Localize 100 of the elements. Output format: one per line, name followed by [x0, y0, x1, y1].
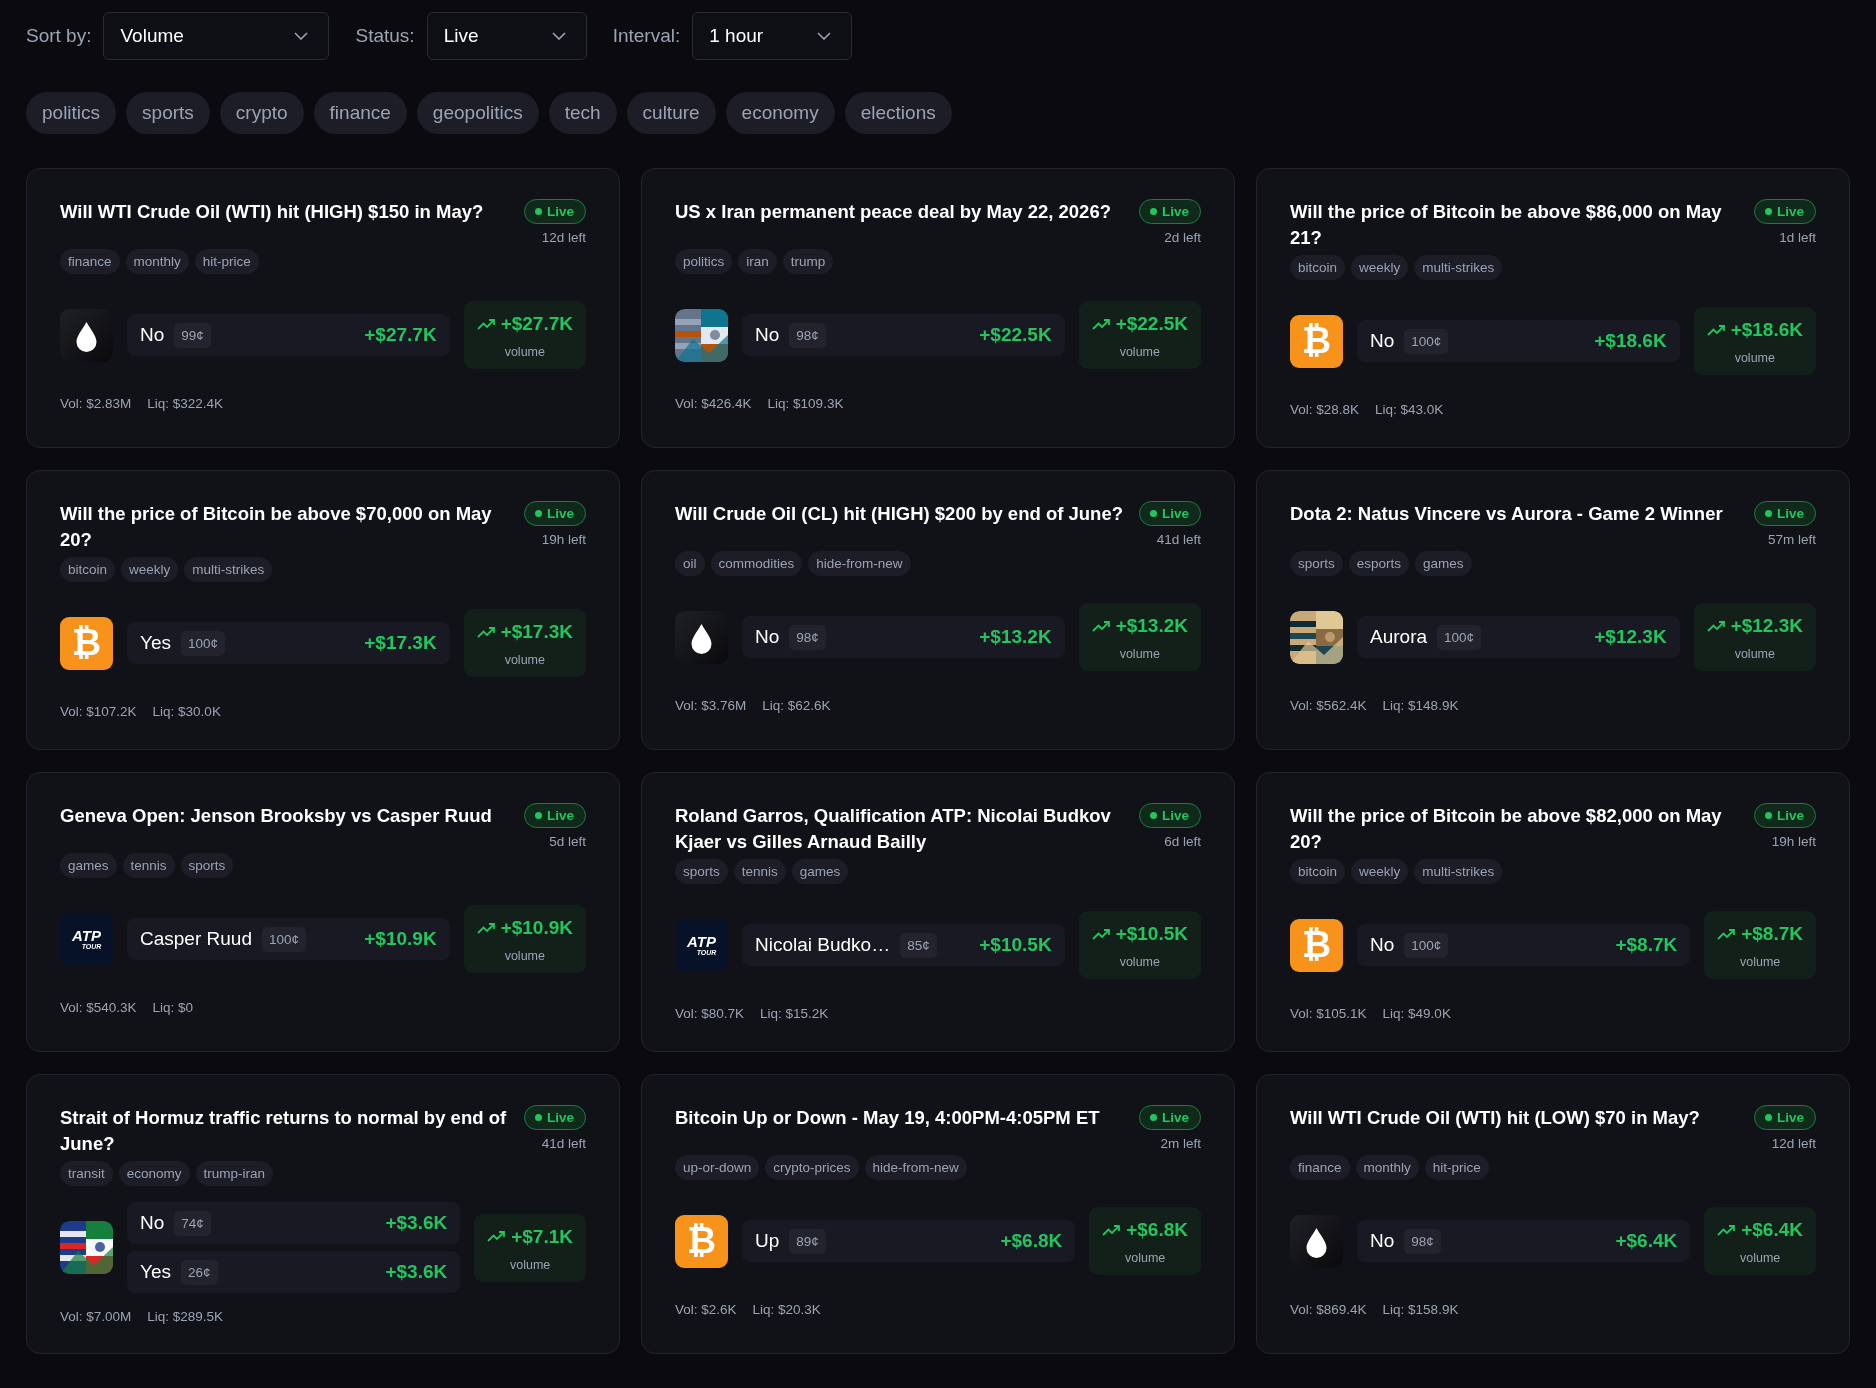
price-badge: 100¢: [181, 630, 226, 656]
tag-chip: weekly: [1351, 255, 1409, 280]
filter-dropdown[interactable]: 1 hour: [692, 12, 853, 60]
time-left: 12d left: [541, 230, 586, 245]
volume-label: volume: [509, 1257, 551, 1272]
outcome-row[interactable]: No 98¢ +$6.4K: [1357, 1220, 1691, 1262]
category-chip[interactable]: geopolitics: [416, 92, 539, 134]
category-chip[interactable]: politics: [26, 92, 117, 134]
outcome-row[interactable]: No 100¢ +$8.7K: [1357, 924, 1691, 966]
outcome-row[interactable]: Nicolai Budko… 85¢ +$10.5K: [742, 924, 1065, 966]
market-card[interactable]: Dota 2: Natus Vincere vs Aurora - Game 2 Winner Live 57m left sports esports games Aurora 100¢ +$12.3K +$12.3K volume Vol: $562.4K Liq: $148.9K: [1256, 470, 1850, 750]
volume-label: volume: [504, 949, 545, 963]
outcome-row[interactable]: No 98¢ +$13.2K: [742, 616, 1065, 658]
filter-dropdown[interactable]: Live: [426, 12, 587, 60]
outcome-name: No: [140, 1212, 165, 1234]
volume-stat: Vol: $28.8K: [1290, 402, 1360, 417]
market-card[interactable]: Will WTI Crude Oil (WTI) hit (HIGH) $150 in May? Live 12d left finance monthly hit-price No 99¢ +$27.7K +$27.7K volume Vol: $2.83M Liq: $322.4K: [26, 168, 620, 448]
category-chip[interactable]: culture: [626, 92, 716, 134]
category-chip[interactable]: tech: [548, 92, 617, 134]
tag-chip: commodities: [710, 551, 803, 576]
chevron-down-icon: [294, 32, 309, 40]
market-card[interactable]: Strait of Hormuz traffic returns to normal by end of June? Live 41d left transit economy trump-iran No 74¢ +$3.6K Yes 26¢ +$3.6K +$7.1K volume Vol: $7.00M Liq: $289.5K: [26, 1074, 620, 1354]
tag-chip: weekly: [121, 557, 179, 582]
liquidity-stat: Liq: $20.3K: [752, 1302, 821, 1317]
category-chip[interactable]: economy: [725, 92, 835, 134]
outcome-amount: +$6.4K: [1614, 1230, 1678, 1252]
volume-label: volume: [504, 345, 545, 359]
outcome-name: No: [755, 324, 780, 346]
market-title: Will WTI Crude Oil (WTI) hit (HIGH) $150 in May?: [60, 200, 484, 224]
volume-change: +$13.2K: [1115, 615, 1188, 637]
outcome-row[interactable]: Casper Ruud 100¢ +$10.9K: [127, 918, 450, 960]
volume-stat: Vol: $107.2K: [60, 704, 137, 719]
market-card[interactable]: US x Iran permanent peace deal by May 22, 2026? Live 2d left politics iran trump No 98¢ +$22.5K +$22.5K volume Vol: $426.4K Liq: $109.3K: [641, 168, 1235, 448]
outcome-row[interactable]: No 74¢ +$3.6K: [127, 1202, 461, 1244]
market-card[interactable]: Will WTI Crude Oil (WTI) hit (LOW) $70 in May? Live 12d left finance monthly hit-price No 98¢ +$6.4K +$6.4K volume Vol: $869.4K Liq: $158.9K: [1256, 1074, 1850, 1354]
tag-chip: bitcoin: [60, 557, 116, 582]
volume-label: volume: [504, 653, 545, 667]
chevron-down-icon: [551, 32, 566, 40]
market-card[interactable]: Will the price of Bitcoin be above $86,000 on May 21? Live 1d left bitcoin weekly multi-strikes ₿ No 100¢ +$18.6K +$18.6K volume Vol: $28.8K Liq: $43.0K: [1256, 168, 1850, 448]
droplet-icon: [1290, 1214, 1343, 1268]
market-title: Roland Garros, Qualification ATP: Nicolai Budkov Kjaer vs Gilles Arnaud Bailly: [675, 804, 1112, 854]
category-chip[interactable]: crypto: [219, 92, 304, 134]
outcome-row[interactable]: Up 89¢ +$6.8K: [742, 1220, 1076, 1262]
filter-label: Status:: [355, 25, 415, 47]
volume-label: volume: [1739, 955, 1781, 969]
tag-chip: multi-strikes: [184, 557, 273, 582]
tag-chip: tennis: [733, 859, 786, 884]
trending-up-icon: [476, 626, 495, 638]
outcome-amount: +$27.7K: [363, 324, 437, 346]
time-left: 41d left: [541, 1136, 586, 1151]
price-badge: 26¢: [181, 1259, 218, 1285]
outcome-row[interactable]: No 100¢ +$18.6K: [1357, 320, 1680, 362]
tag-chip: finance: [1290, 1155, 1350, 1180]
category-chip[interactable]: elections: [844, 92, 952, 134]
live-badge: Live: [1754, 803, 1816, 828]
tag-chip: economy: [118, 1161, 190, 1186]
liquidity-stat: Liq: $322.4K: [147, 396, 224, 411]
tag-chip: oil: [675, 551, 705, 576]
live-badge: Live: [1139, 501, 1201, 526]
trending-up-icon: [1091, 620, 1110, 632]
outcome-name: Casper Ruud: [140, 928, 252, 950]
category-chip[interactable]: finance: [313, 92, 407, 134]
outcome-row[interactable]: No 99¢ +$27.7K: [127, 314, 450, 356]
outcome-row[interactable]: Yes 26¢ +$3.6K: [127, 1251, 461, 1293]
live-badge: Live: [1139, 1105, 1201, 1130]
outcome-name: No: [140, 324, 165, 346]
filter-label: Interval:: [612, 25, 681, 47]
trending-up-icon: [1706, 324, 1725, 336]
tag-chip: bitcoin: [1290, 255, 1346, 280]
live-badge: Live: [524, 199, 586, 224]
filter-dropdown[interactable]: Volume: [103, 12, 330, 60]
outcome-amount: +$3.6K: [384, 1212, 448, 1234]
category-chip[interactable]: sports: [126, 92, 210, 134]
outcome-row[interactable]: Yes 100¢ +$17.3K: [127, 622, 450, 664]
time-left: 41d left: [1156, 532, 1201, 547]
volume-stat: Vol: $540.3K: [60, 1000, 137, 1015]
outcome-amount: +$3.6K: [384, 1261, 448, 1283]
market-card[interactable]: Will the price of Bitcoin be above $70,000 on May 20? Live 19h left bitcoin weekly multi-strikes ₿ Yes 100¢ +$17.3K +$17.3K volume Vol: $107.2K Liq: $30.0K: [26, 470, 620, 750]
trending-up-icon: [1717, 928, 1736, 940]
live-badge: Live: [1754, 501, 1816, 526]
volume-stat: Vol: $562.4K: [1290, 698, 1367, 713]
market-card[interactable]: Will Crude Oil (CL) hit (HIGH) $200 by end of June? Live 41d left oil commodities hide-from-new No 98¢ +$13.2K +$13.2K volume Vol: $3.76M Liq: $62.6K: [641, 470, 1235, 750]
outcome-name: No: [1370, 1230, 1395, 1252]
live-badge: Live: [1754, 1105, 1816, 1130]
price-badge: 98¢: [789, 624, 826, 650]
tag-chip: monthly: [125, 249, 189, 274]
volume-stat: Vol: $2.83M: [60, 396, 132, 411]
tag-chip: transit: [60, 1161, 113, 1186]
outcome-row[interactable]: No 98¢ +$22.5K: [742, 314, 1065, 356]
market-title: Will the price of Bitcoin be above $86,000 on May 21?: [1290, 200, 1723, 250]
time-left: 5d left: [549, 834, 586, 849]
volume-stat: Vol: $2.6K: [675, 1302, 737, 1317]
tag-chip: games: [791, 859, 849, 884]
trending-up-icon: [476, 318, 495, 330]
market-card[interactable]: Bitcoin Up or Down - May 19, 4:00PM-4:05PM ET Live 2m left up-or-down crypto-prices hide-from-new ₿ Up 89¢ +$6.8K +$6.8K volume Vol: $2.6K Liq: $20.3K: [641, 1074, 1235, 1354]
market-card[interactable]: Will the price of Bitcoin be above $82,000 on May 20? Live 19h left bitcoin weekly multi-strikes ₿ No 100¢ +$8.7K +$8.7K volume Vol: $105.1K Liq: $49.0K: [1256, 772, 1850, 1052]
outcome-row[interactable]: Aurora 100¢ +$12.3K: [1357, 616, 1680, 658]
price-badge: 99¢: [174, 322, 211, 348]
volume-stat: Vol: $426.4K: [675, 396, 752, 411]
volume-stat: Vol: $80.7K: [675, 1006, 745, 1021]
